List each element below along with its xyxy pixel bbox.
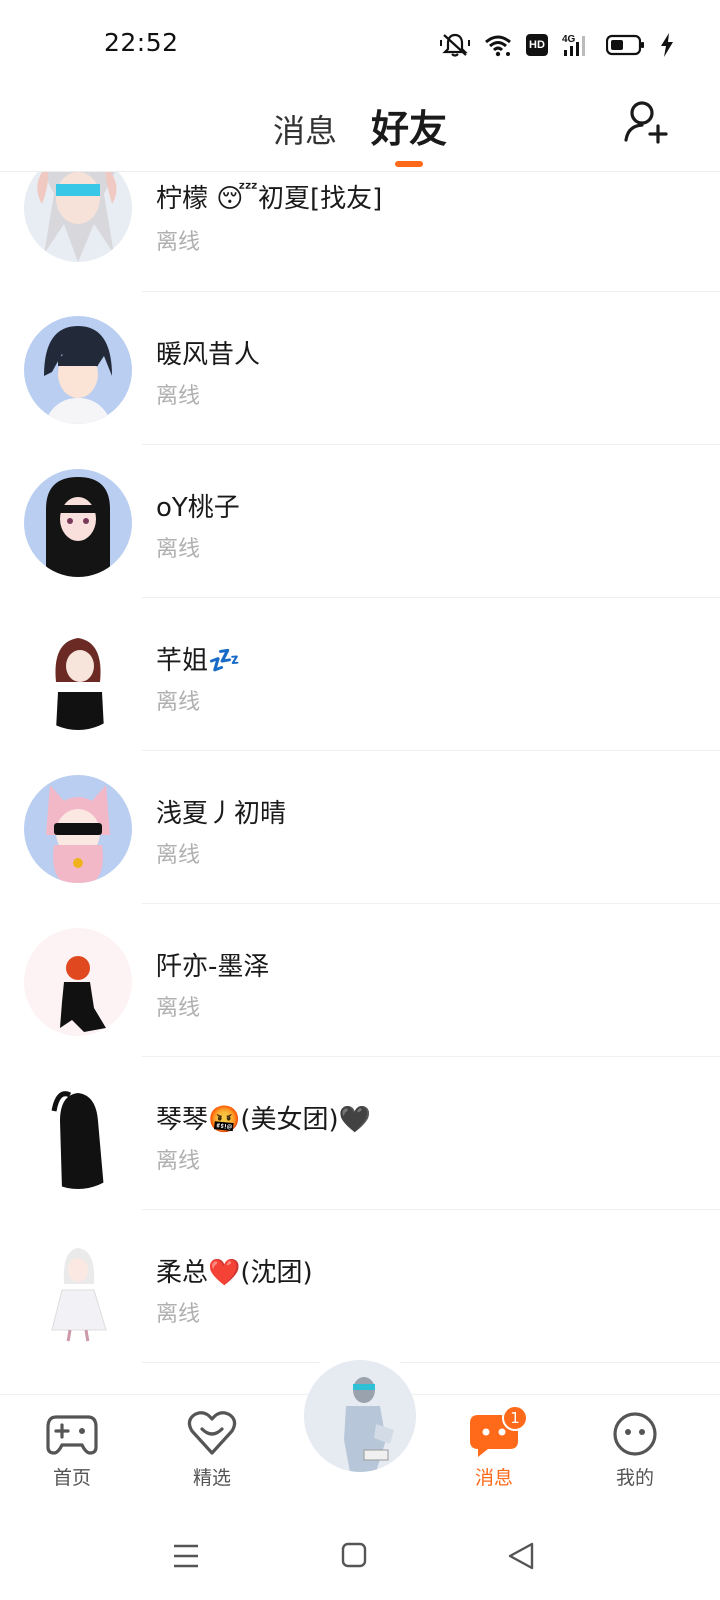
friend-status: 离线 <box>156 996 201 1021</box>
signal-4g-icon: 4G <box>562 34 585 56</box>
header: 消息 好友 <box>0 88 720 172</box>
system-back-button[interactable] <box>502 1540 542 1572</box>
nav-messages-label: 消息 <box>474 1467 513 1489</box>
add-friend-button[interactable] <box>622 98 670 146</box>
friend-row[interactable]: oY桃子 离线 <box>0 445 720 601</box>
friend-avatar <box>24 469 132 577</box>
friend-list[interactable]: 柠檬 😴初夏[找友] 离线 暖风昔人 离线 oY桃子 离线 芊姐💤 离线 浅夏丿… <box>0 172 720 1394</box>
friend-name: 芊姐💤 <box>156 646 241 676</box>
system-home-button[interactable] <box>334 1540 374 1572</box>
gamepad-icon <box>46 1415 98 1455</box>
friend-status: 离线 <box>156 230 201 255</box>
friend-avatar <box>24 1081 132 1189</box>
system-nav-bar <box>0 1510 720 1600</box>
friend-avatar <box>24 775 132 883</box>
nav-profile[interactable]: 我的 <box>585 1411 685 1490</box>
friend-name: 柔总❤️(沈团) <box>156 1258 313 1288</box>
friend-name: 柠檬 😴初夏[找友] <box>156 184 383 214</box>
friend-status: 离线 <box>156 384 201 409</box>
friend-name: 暖风昔人 <box>156 340 261 370</box>
avatar <box>304 1360 416 1472</box>
friend-avatar <box>24 1234 132 1342</box>
status-icons: HD 4G <box>440 30 674 60</box>
friend-status: 离线 <box>156 1149 201 1174</box>
friend-row[interactable]: 柔总❤️(沈团) 离线 <box>0 1210 720 1366</box>
friend-name: 浅夏丿初晴 <box>156 799 287 829</box>
center-avatar-button[interactable] <box>304 1360 416 1472</box>
friend-status: 离线 <box>156 537 201 562</box>
nav-home-label: 首页 <box>52 1467 91 1489</box>
battery-icon <box>606 34 644 56</box>
charging-icon <box>661 33 673 57</box>
tab-active-indicator <box>395 161 423 167</box>
nav-messages[interactable]: 1 消息 <box>444 1405 544 1490</box>
friend-row[interactable]: 浅夏丿初晴 离线 <box>0 751 720 907</box>
nav-featured-label: 精选 <box>192 1467 231 1489</box>
friend-row[interactable]: 芊姐💤 离线 <box>0 598 720 754</box>
friend-name: oY桃子 <box>156 493 240 523</box>
face-icon <box>613 1412 657 1456</box>
friend-row[interactable]: 琴琴🤬(美女团)🖤 离线 <box>0 1057 720 1213</box>
heart-icon <box>187 1411 237 1455</box>
friend-status: 离线 <box>156 690 201 715</box>
friend-name: 阡亦-墨泽 <box>156 952 270 982</box>
system-menu-button[interactable] <box>166 1540 206 1572</box>
friend-avatar <box>24 928 132 1036</box>
back-icon <box>508 1542 534 1570</box>
friend-avatar <box>24 172 132 262</box>
status-bar: 22:52 HD 4G <box>0 0 720 88</box>
friend-row[interactable]: 暖风昔人 离线 <box>0 292 720 448</box>
wifi-icon <box>485 35 511 57</box>
friend-avatar <box>24 316 132 424</box>
header-tabs: 消息 好友 <box>0 98 720 167</box>
add-friend-icon <box>624 101 668 144</box>
friend-status: 离线 <box>156 843 201 868</box>
friend-status: 离线 <box>156 1302 201 1327</box>
nav-profile-label: 我的 <box>615 1467 654 1489</box>
nav-home[interactable]: 首页 <box>22 1411 122 1490</box>
friend-row[interactable]: 阡亦-墨泽 离线 <box>0 904 720 1060</box>
status-time: 22:52 <box>104 28 179 57</box>
svg-text:4G: 4G <box>562 34 576 45</box>
home-icon <box>341 1542 367 1568</box>
friend-avatar <box>24 622 132 730</box>
row-divider <box>142 1362 720 1363</box>
mute-icon <box>440 33 470 57</box>
nav-featured[interactable]: 精选 <box>162 1411 262 1490</box>
tab-messages[interactable]: 消息 <box>273 106 337 152</box>
menu-icon <box>174 1544 198 1568</box>
friend-name: 琴琴🤬(美女团)🖤 <box>156 1105 372 1135</box>
tab-friends-label: 好友 <box>371 107 448 151</box>
tab-friends[interactable]: 好友 <box>371 98 448 167</box>
hd-icon: HD <box>526 34 548 56</box>
message-badge: 1 <box>502 1405 528 1431</box>
